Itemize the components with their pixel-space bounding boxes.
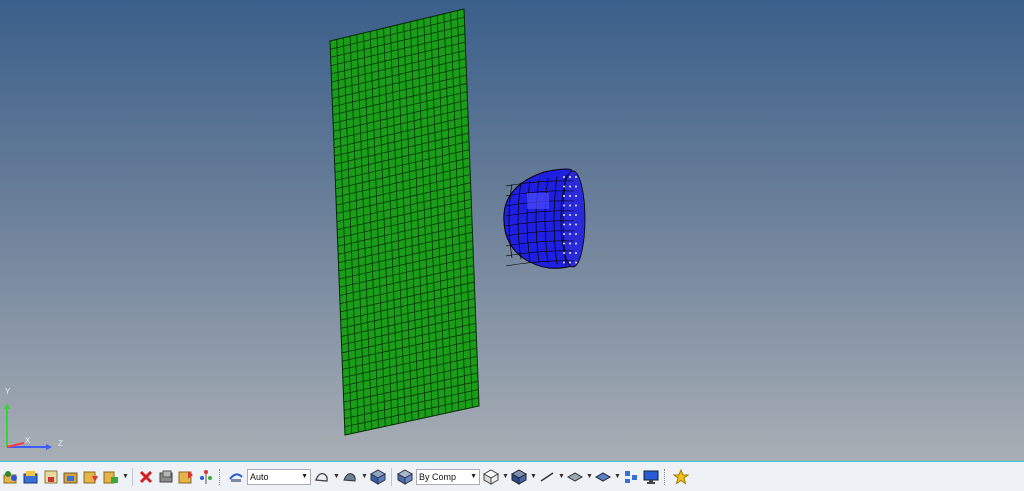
axis-triad-icon (4, 403, 52, 450)
plane-dropdown-icon[interactable]: ▼ (586, 473, 593, 480)
flag-down-icon[interactable] (82, 468, 100, 486)
cube-wire-dropdown-icon[interactable]: ▼ (502, 473, 509, 480)
wire-shape-dropdown-icon[interactable]: ▼ (333, 473, 340, 480)
export-icon[interactable] (62, 468, 80, 486)
color-mode-icon[interactable] (369, 468, 387, 486)
main-toolbar: ▼ Auto ▼ ▼ ▼ By Comp ▼ ▼ ▼ ▼ ▼ ▼ (0, 461, 1024, 491)
cube-solid-dropdown-icon[interactable]: ▼ (530, 473, 537, 480)
monitor-icon[interactable] (642, 468, 660, 486)
shaded-plane-dropdown-icon[interactable]: ▼ (614, 473, 621, 480)
shaded-shape-icon[interactable] (341, 468, 359, 486)
shaded-plane-icon[interactable] (594, 468, 612, 486)
isolate-icon[interactable] (177, 468, 195, 486)
open-model-icon[interactable] (2, 468, 20, 486)
star-icon[interactable] (672, 468, 690, 486)
wire-shape-icon[interactable] (313, 468, 331, 486)
folder-export-icon[interactable] (102, 468, 120, 486)
line-icon[interactable] (538, 468, 556, 486)
display-mode-select[interactable]: Auto ▼ (247, 468, 311, 485)
impactor-mesh[interactable] (503, 168, 586, 269)
chevron-down-icon: ▼ (470, 473, 477, 480)
save-icon[interactable] (42, 468, 60, 486)
network-icon[interactable] (622, 468, 640, 486)
mask-icon[interactable] (157, 468, 175, 486)
toolbar-separator (391, 467, 392, 486)
toolbar-grip[interactable] (219, 468, 223, 485)
cube-wire-icon[interactable] (482, 468, 500, 486)
color-mode-icon[interactable] (396, 468, 414, 486)
color-mode-select[interactable]: By Comp ▼ (416, 468, 480, 485)
display-mode-icon[interactable] (227, 468, 245, 486)
delete-icon[interactable] (137, 468, 155, 486)
toolbar-separator (132, 467, 133, 486)
cube-solid-icon[interactable] (510, 468, 528, 486)
chevron-down-icon: ▼ (301, 473, 308, 480)
color-mode-value: By Comp (419, 471, 457, 482)
graphics-viewport[interactable]: Y X Z (0, 0, 1024, 461)
folder-export-dropdown-icon[interactable]: ▼ (122, 473, 129, 480)
line-dropdown-icon[interactable]: ▼ (558, 473, 565, 480)
plane-icon[interactable] (566, 468, 584, 486)
toolbar-grip[interactable] (664, 468, 668, 485)
import-icon[interactable] (22, 468, 40, 486)
shaded-shape-dropdown-icon[interactable]: ▼ (361, 473, 368, 480)
shortcut-tree-icon[interactable] (197, 468, 215, 486)
display-mode-value: Auto (250, 471, 269, 482)
model-scene[interactable] (0, 0, 1024, 461)
